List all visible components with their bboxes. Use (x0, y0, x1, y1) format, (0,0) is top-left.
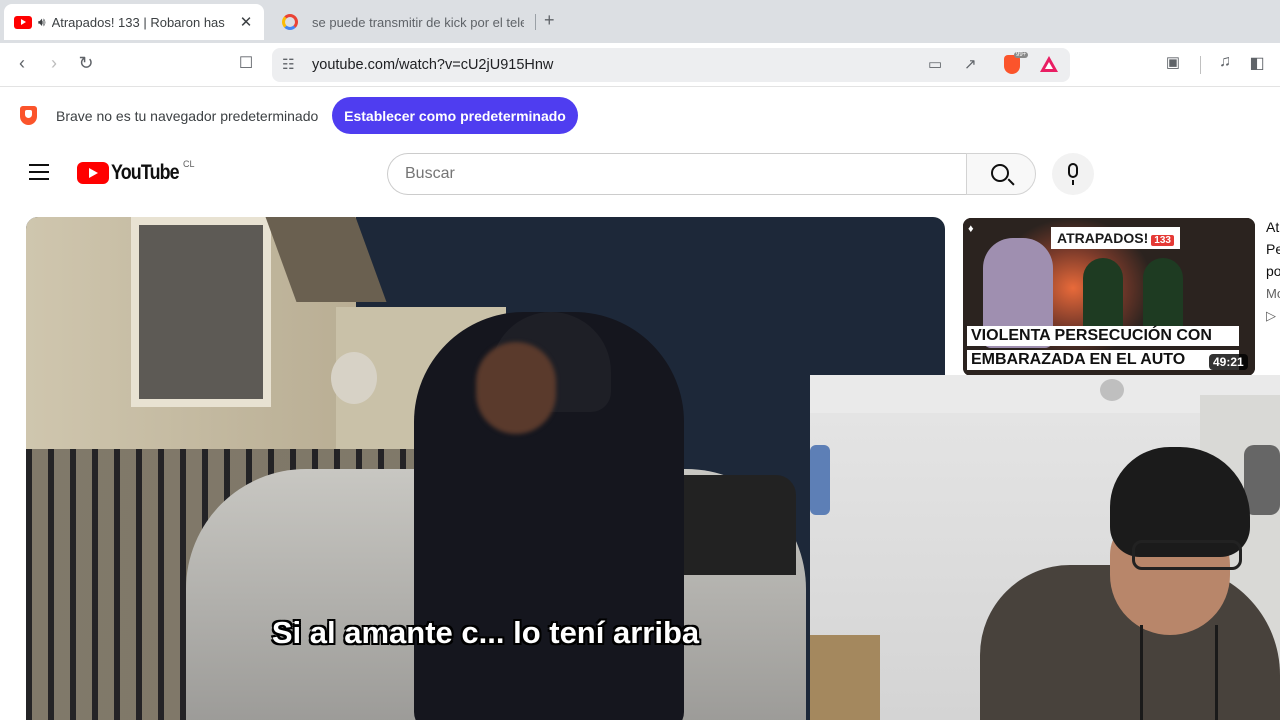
screenshot-icon[interactable]: ▣ (1162, 53, 1184, 71)
recommended-channel[interactable]: Mo (1266, 286, 1280, 301)
brave-rewards-icon[interactable] (1040, 56, 1058, 72)
youtube-logo[interactable]: YouTube (77, 161, 191, 185)
webcam-hoodie-string (1140, 625, 1143, 720)
google-favicon-icon (282, 14, 298, 30)
webcam-hoodie-string (1215, 625, 1218, 720)
share-icon[interactable]: ↗ (964, 55, 977, 73)
set-default-button[interactable]: Establecer como predeterminado (332, 97, 578, 134)
badge-number: 133 (1151, 235, 1174, 246)
tab-title: se puede transmitir de kick por el tele (312, 14, 524, 30)
video-duration: 49:21 (1209, 354, 1248, 370)
recommended-title-line[interactable]: At (1266, 219, 1279, 235)
default-browser-banner: Brave no es tu navegador predeterminado … (0, 88, 1280, 144)
youtube-favicon-icon (14, 15, 32, 29)
video-player[interactable]: Si al amante c... lo tení arriba (26, 217, 945, 720)
recommended-title-line[interactable]: po (1266, 263, 1280, 279)
reload-icon[interactable]: ↻ (75, 53, 97, 74)
webcam-bottle (810, 445, 830, 515)
tab-title: Atrapados! 133 | Robaron has (51, 14, 225, 30)
address-bar[interactable]: ☷ youtube.com/watch?v=cU2jU915Hnw ▭ ↗ 99… (272, 48, 1070, 82)
webcam-light-fixture (1100, 379, 1124, 401)
close-tab-icon[interactable]: ✕ (238, 13, 254, 31)
thumbnail-badge: ATRAPADOS! 133 (1051, 227, 1180, 249)
webcam-overlay (810, 375, 1280, 720)
voice-search-button[interactable] (1052, 153, 1094, 195)
shields-count-badge: 99+ (1014, 52, 1029, 58)
search-icon (991, 164, 1009, 182)
thumbnail-caption-2: EMBARAZADA EN EL AUTO (967, 350, 1239, 370)
search-box (387, 153, 967, 195)
thumbnail-caption-1: VIOLENTA PERSECUCIÓN CON (967, 326, 1239, 346)
youtube-wordmark: YouTube (111, 161, 180, 184)
channel-logo-icon: ♦ (968, 223, 974, 235)
search-button[interactable] (966, 153, 1036, 195)
tab-separator (535, 14, 536, 30)
badge-text: ATRAPADOS! (1057, 230, 1149, 246)
webcam-clothes (1244, 445, 1280, 515)
tab-google[interactable]: se puede transmitir de kick por el tele (272, 4, 534, 40)
media-icon[interactable]: ♫ (1214, 53, 1236, 71)
tab-strip: 🔊︎ Atrapados! 133 | Robaron has ✕ se pue… (0, 0, 1280, 43)
bookmark-icon[interactable]: ☐ (235, 53, 257, 73)
forward-icon[interactable]: › (43, 53, 65, 74)
toolbar-divider (1200, 56, 1201, 74)
microphone-icon (1068, 163, 1078, 185)
video-frame-dish (331, 352, 377, 404)
webcam-shelf (810, 635, 880, 720)
youtube-header: YouTube CL (0, 144, 1280, 206)
sidebar-icon[interactable]: ◧ (1246, 53, 1268, 73)
video-subtitle: Si al amante c... lo tení arriba (271, 615, 700, 650)
menu-icon[interactable] (29, 164, 49, 180)
site-settings-icon[interactable]: ☷ (282, 56, 295, 73)
play-icon: ▷ (1266, 308, 1276, 323)
speaker-icon[interactable]: 🔊︎ (38, 15, 46, 30)
cast-icon[interactable]: ▭ (928, 55, 942, 73)
new-tab-icon[interactable]: + (544, 10, 555, 31)
video-frame-face (476, 342, 556, 434)
webcam-person-glasses (1132, 540, 1242, 570)
recommended-video-thumbnail[interactable]: ♦ ATRAPADOS! 133 VIOLENTA PERSECUCIÓN CON… (963, 218, 1255, 376)
back-icon[interactable]: ‹ (11, 53, 33, 74)
brave-shield-icon (20, 106, 37, 125)
country-code: CL (183, 159, 195, 169)
youtube-play-icon (77, 162, 109, 184)
url-text[interactable]: youtube.com/watch?v=cU2jU915Hnw (312, 57, 553, 73)
video-frame-window (131, 217, 271, 407)
browser-toolbar: ‹ › ↻ ☐ ☷ youtube.com/watch?v=cU2jU915Hn… (0, 43, 1280, 87)
search-input[interactable] (405, 165, 905, 183)
banner-text: Brave no es tu navegador predeterminado (56, 108, 319, 124)
tab-youtube[interactable]: 🔊︎ Atrapados! 133 | Robaron has ✕ (4, 4, 264, 40)
screen: 🔊︎ Atrapados! 133 | Robaron has ✕ se pue… (0, 0, 1280, 720)
recommended-title-line[interactable]: Pe (1266, 241, 1280, 257)
